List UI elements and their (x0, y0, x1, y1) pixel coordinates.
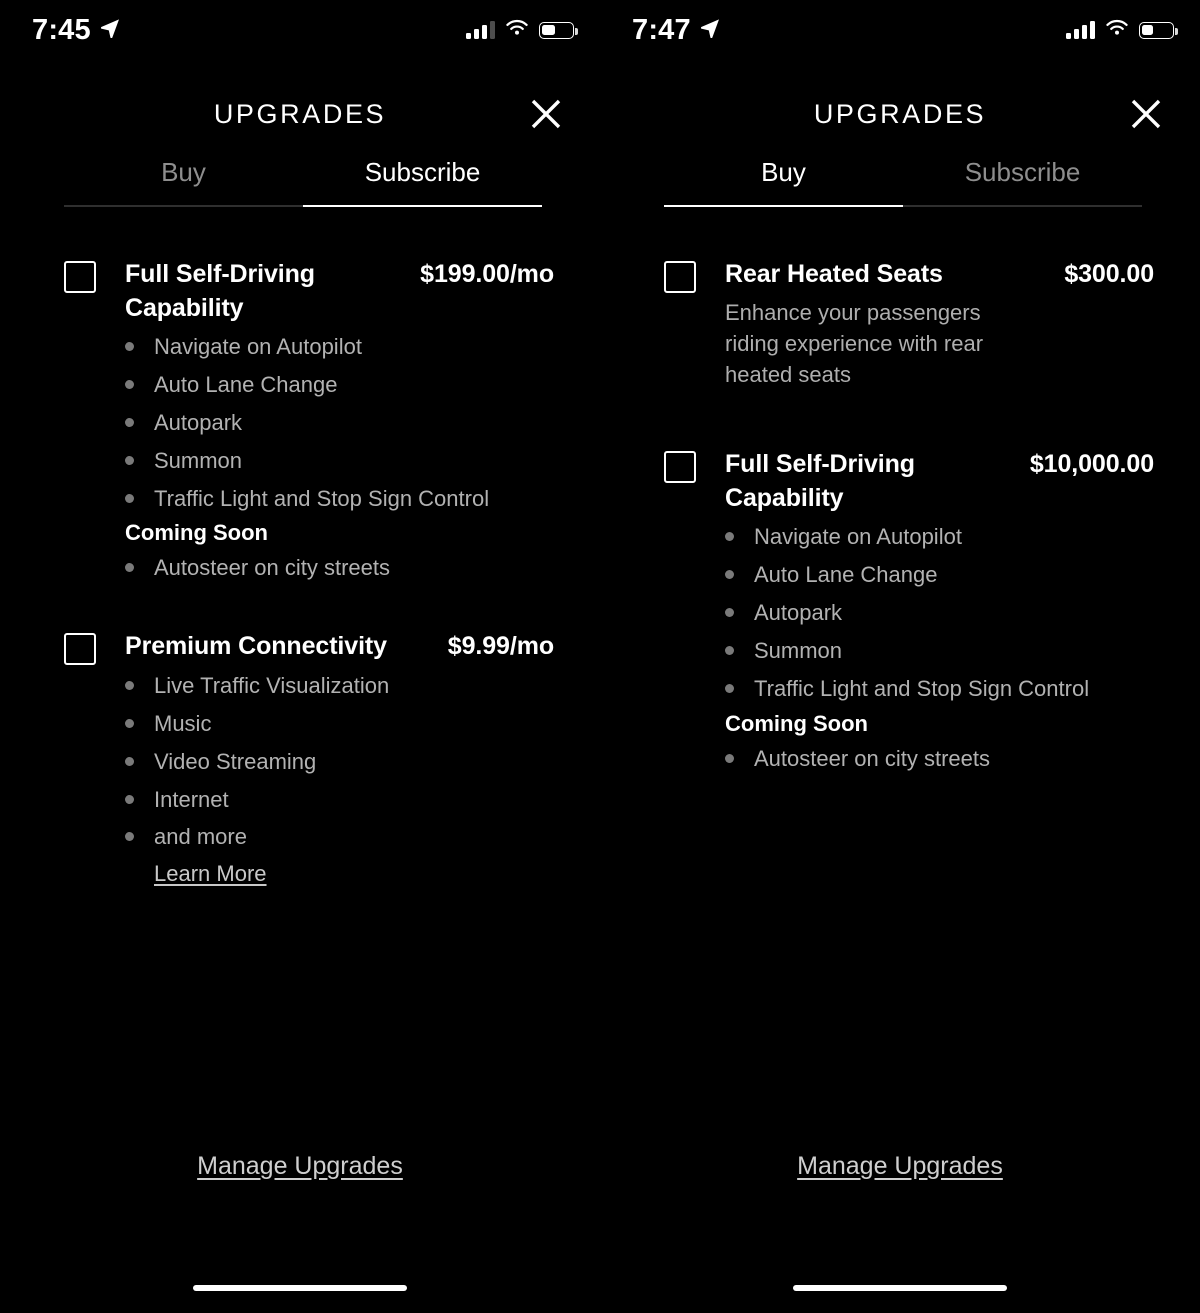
tab-bar: Buy Subscribe (64, 157, 542, 207)
item-price: $300.00 (1064, 260, 1154, 288)
list-item: Full Self-Driving Capability $199.00/mo … (64, 258, 554, 584)
manage-upgrades-link[interactable]: Manage Upgrades (0, 1152, 600, 1181)
feature-item: Music (125, 708, 554, 740)
feature-item: Traffic Light and Stop Sign Control (125, 483, 554, 515)
upgrades-screen-buy: 7:47 UPGRADES Buy Subscribe Rear Heated … (600, 0, 1200, 1313)
feature-item: Summon (125, 445, 554, 477)
feature-item: Summon (725, 635, 1154, 667)
feature-item: Internet (125, 784, 554, 816)
item-features: Navigate on Autopilot Auto Lane Change A… (664, 521, 1154, 704)
feature-item: Video Streaming (125, 746, 554, 778)
home-indicator[interactable] (193, 1285, 407, 1291)
status-bar-left: 7:47 (632, 14, 720, 47)
feature-item: Navigate on Autopilot (725, 521, 1154, 553)
item-title: Rear Heated Seats (725, 260, 943, 288)
list-item: Rear Heated Seats $300.00 Enhance your p… (664, 258, 1154, 390)
item-price: $9.99/mo (447, 632, 554, 661)
item-title: Full Self-Driving Capability (725, 450, 915, 512)
item-checkbox[interactable] (664, 451, 696, 484)
item-features: Navigate on Autopilot Auto Lane Change A… (64, 331, 554, 514)
item-checkbox[interactable] (664, 261, 696, 293)
page-title: UPGRADES (813, 99, 987, 129)
tab-underline-subscribe (303, 205, 542, 207)
list-item: Premium Connectivity $9.99/mo Live Traff… (64, 630, 554, 887)
feature-item: Autopark (725, 597, 1154, 629)
tab-underline-buy (64, 205, 303, 207)
home-indicator[interactable] (793, 1285, 1007, 1291)
item-price: $199.00/mo (420, 260, 554, 288)
cellular-signal-icon (1066, 21, 1095, 39)
feature-item: Autopark (125, 407, 554, 439)
status-bar-left: 7:45 (32, 14, 120, 47)
status-time: 7:47 (632, 13, 691, 46)
feature-item: Auto Lane Change (725, 559, 1154, 591)
item-features: Live Traffic Visualization Music Video S… (64, 670, 554, 853)
item-checkbox[interactable] (64, 633, 96, 666)
close-icon[interactable] (1122, 90, 1170, 138)
list-item: Full Self-Driving Capability $10,000.00 … (664, 448, 1154, 774)
upgrade-list: Full Self-Driving Capability $199.00/mo … (64, 258, 554, 887)
location-arrow-icon (100, 18, 120, 43)
item-title: Full Self-Driving Capability (125, 260, 315, 322)
battery-icon (539, 21, 578, 39)
tab-underline-subscribe (903, 205, 1142, 207)
feature-item: Traffic Light and Stop Sign Control (725, 673, 1154, 705)
tab-subscribe[interactable]: Subscribe (903, 157, 1142, 205)
cellular-signal-icon (466, 21, 495, 39)
tab-buy[interactable]: Buy (64, 157, 303, 205)
close-icon[interactable] (522, 90, 570, 138)
battery-icon (1139, 21, 1178, 39)
coming-soon-features: Autosteer on city streets (64, 552, 554, 584)
learn-more-link[interactable]: Learn More (154, 861, 267, 887)
wifi-icon (1105, 19, 1129, 42)
tab-subscribe[interactable]: Subscribe (303, 157, 542, 205)
modal-header: UPGRADES (600, 88, 1200, 140)
status-bar-right (1066, 19, 1178, 42)
tab-buy[interactable]: Buy (664, 157, 903, 205)
coming-soon-label: Coming Soon (725, 710, 868, 736)
page-title: UPGRADES (213, 99, 387, 129)
feature-item: Autosteer on city streets (725, 743, 1154, 775)
coming-soon-label: Coming Soon (125, 520, 268, 546)
feature-item: Autosteer on city streets (125, 552, 554, 584)
feature-item: Navigate on Autopilot (125, 331, 554, 363)
feature-item: and more (125, 821, 554, 853)
modal-header: UPGRADES (0, 88, 600, 140)
status-bar-right (466, 19, 578, 42)
manage-upgrades-link[interactable]: Manage Upgrades (600, 1152, 1200, 1181)
status-bar: 7:45 (0, 0, 600, 60)
coming-soon-features: Autosteer on city streets (664, 743, 1154, 775)
status-time: 7:45 (32, 13, 91, 46)
status-bar: 7:47 (600, 0, 1200, 60)
item-price: $10,000.00 (1029, 450, 1154, 479)
wifi-icon (505, 19, 529, 42)
feature-item: Live Traffic Visualization (125, 670, 554, 702)
dual-screenshot-container: 7:45 UPGRADES Buy Subscribe Full Self-Dr… (0, 0, 1200, 1313)
item-checkbox[interactable] (64, 261, 96, 293)
feature-item: Auto Lane Change (125, 369, 554, 401)
upgrades-screen-subscribe: 7:45 UPGRADES Buy Subscribe Full Self-Dr… (0, 0, 600, 1313)
tab-underline (664, 205, 1142, 207)
item-title: Premium Connectivity (125, 632, 387, 661)
tab-underline-buy (664, 205, 903, 207)
location-arrow-icon (700, 18, 720, 43)
tab-bar: Buy Subscribe (664, 157, 1142, 207)
upgrade-list: Rear Heated Seats $300.00 Enhance your p… (664, 258, 1154, 781)
item-description: Enhance your passengers riding experienc… (725, 299, 984, 387)
tab-underline (64, 205, 542, 207)
